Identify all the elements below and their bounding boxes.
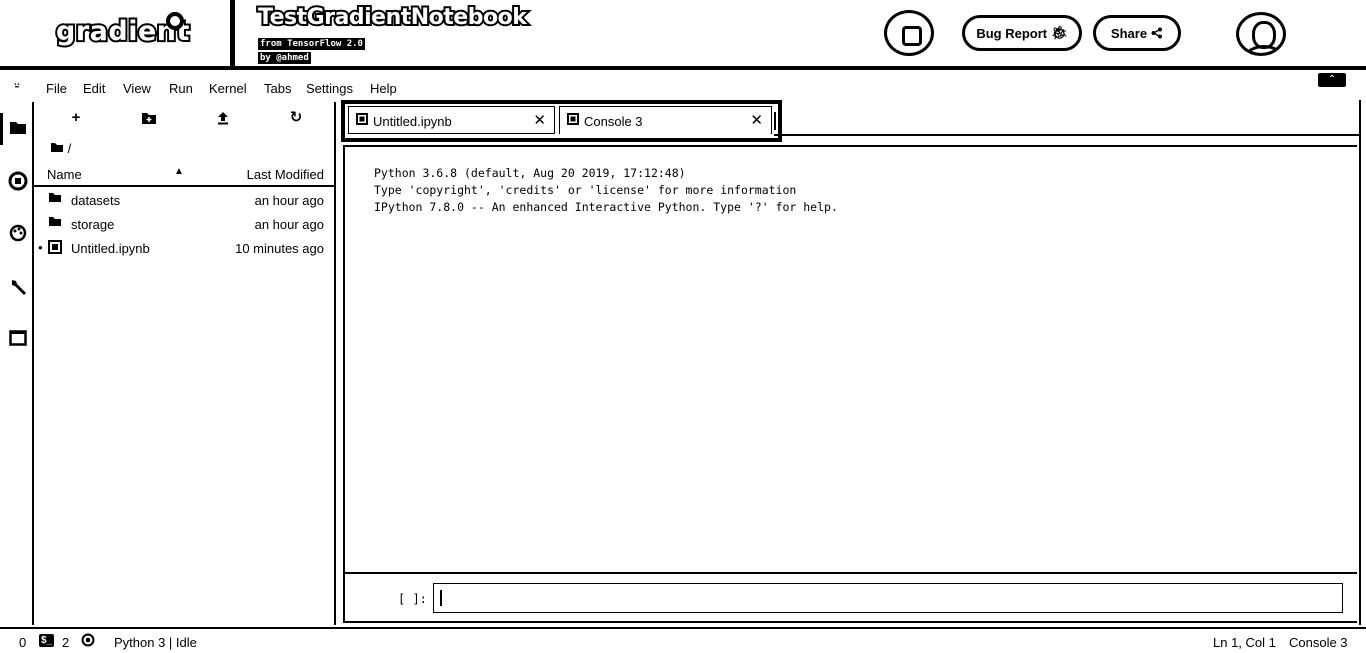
kernel-icon[interactable] [81,633,95,650]
sort-ascending-icon: ▲ [174,166,184,177]
notebook-icon [48,240,64,254]
menu-run[interactable]: Run [169,81,193,96]
file-name: datasets [71,193,121,208]
running-icon[interactable] [8,171,28,191]
menu-settings[interactable]: Settings [306,81,353,96]
banner-line: Python 3.6.8 (default, Aug 20 2019, 17:1… [374,166,686,180]
menu-view[interactable]: View [123,81,151,96]
console-banner: Python 3.6.8 (default, Aug 20 2019, 17:1… [374,165,838,216]
new-folder-button[interactable] [137,108,161,128]
file-modified: an hour ago [254,217,324,232]
file-browser: + ↻ / Name ▲ Last Modified datasets an h… [34,102,336,625]
close-icon[interactable]: ✕ [533,111,546,129]
share-icon [1151,27,1163,39]
breadcrumb-folder-icon[interactable] [50,142,64,153]
tab-label: Console 3 [584,114,643,129]
stop-notebook-button[interactable] [884,10,934,56]
menu-tabs[interactable]: Tabs [264,81,291,96]
upload-button[interactable] [211,108,235,128]
console-panel: Python 3.6.8 (default, Aug 20 2019, 17:1… [343,145,1357,623]
refresh-button[interactable]: ↻ [284,108,308,128]
notebook-title: TestGradientNotebook [256,3,529,32]
bug-icon: 🐞︎ [1051,25,1068,40]
menu-file[interactable]: File [46,81,67,96]
status-bar: 0 $_ 2 Python 3 | Idle Ln 1, Col 1 Conso… [0,627,1366,653]
jupyter-logo-icon: ⸚ [14,78,20,95]
console-icon [567,113,579,128]
palette-icon[interactable] [8,224,28,244]
file-list-header: Name ▲ Last Modified [34,162,334,187]
console-input[interactable] [433,583,1343,613]
notebook-source: from TensorFlow 2.0 [258,38,365,50]
file-modified: an hour ago [254,193,324,208]
file-row-datasets[interactable]: datasets an hour ago [34,188,334,212]
file-name: storage [71,217,115,232]
file-row-storage[interactable]: storage an hour ago [34,212,334,236]
folder-icon [48,192,64,206]
kernel-status[interactable]: Python 3 | Idle [114,635,197,650]
column-last-modified[interactable]: Last Modified [247,167,324,182]
bug-report-label: Bug Report [976,25,1048,41]
menu-edit[interactable]: Edit [83,81,105,96]
notebook-icon [356,113,368,128]
kernel-count[interactable]: 2 [62,635,69,650]
tab-console-3[interactable]: Console 3 ✕ [559,106,772,134]
input-prompt: [ ]: [398,592,427,606]
new-launcher-button[interactable]: + [64,108,88,128]
file-name: Untitled.ipynb [71,241,150,256]
folder-icon[interactable] [0,113,28,145]
tab-untitled-ipynb[interactable]: Untitled.ipynb ✕ [348,106,555,134]
breadcrumb: / [50,141,71,156]
collapse-header-button[interactable]: ⌃ [1318,73,1346,87]
menu-bar: ⸚ File Edit View Run Kernel Tabs Setting… [0,72,1366,102]
share-label: Share [1110,25,1148,41]
running-indicator-icon: ● [38,243,43,252]
gradient-header: gradient TestGradientNotebook from Tenso… [0,0,1366,66]
header-divider [230,0,235,66]
wrench-icon[interactable] [8,277,28,297]
banner-line: IPython 7.8.0 -- An enhanced Interactive… [374,200,838,214]
breadcrumb-path[interactable]: / [68,141,72,156]
console-prompt-area: [ ]: [345,572,1357,623]
tab-insert-marker [774,112,776,130]
folder-icon [48,216,64,230]
user-avatar[interactable] [1236,12,1286,56]
right-edge-rule [1359,100,1361,625]
close-icon[interactable]: ✕ [750,111,763,129]
gradient-logo-dot [166,12,184,30]
column-name[interactable]: Name [47,167,82,182]
document-tabs: Untitled.ipynb ✕ Console 3 ✕ [338,100,1359,142]
file-row-untitled-ipynb[interactable]: ● Untitled.ipynb 10 minutes ago [34,236,334,260]
terminal-icon[interactable]: $_ [39,634,55,647]
menu-kernel[interactable]: Kernel [209,81,247,96]
cursor-position[interactable]: Ln 1, Col 1 [1213,635,1276,650]
file-modified: 10 minutes ago [235,241,324,256]
bug-report-button[interactable]: Bug Report 🐞︎ [962,15,1082,51]
header-rule [0,66,1366,70]
active-document: Console 3 [1289,635,1348,650]
menu-help[interactable]: Help [370,81,397,96]
tab-baseline [774,134,1359,136]
tabs-icon[interactable] [8,330,28,350]
notebook-author[interactable]: by @ahmed [258,52,311,64]
share-button[interactable]: Share [1093,15,1181,51]
terminal-count[interactable]: 0 [19,635,26,650]
tab-label: Untitled.ipynb [373,114,452,129]
banner-line: Type 'copyright', 'credits' or 'license'… [374,183,797,197]
left-activity-bar [0,102,34,625]
